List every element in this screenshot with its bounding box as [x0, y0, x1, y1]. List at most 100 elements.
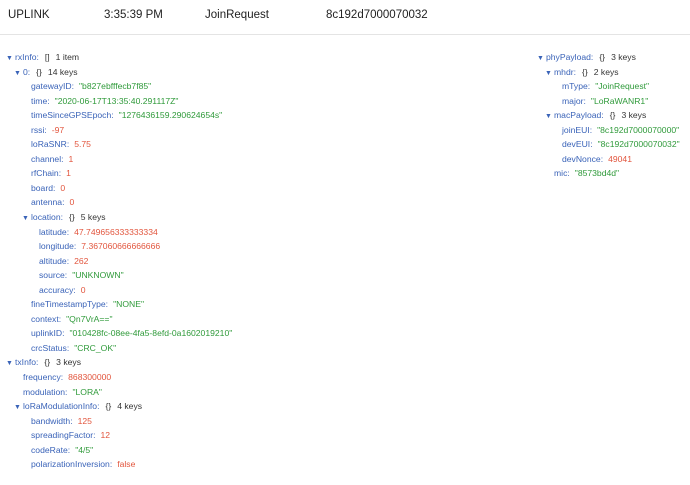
tree-value: -97 — [51, 124, 65, 135]
tree-field-deveui: devEUI: "8c192d7000070032" — [537, 137, 680, 152]
tree-value: "UNKNOWN" — [72, 270, 124, 281]
tree-key: rfChain — [31, 168, 59, 179]
key-colon: : — [66, 226, 70, 237]
tree-key: rxInfo — [15, 52, 37, 62]
child-count: 14 keys — [47, 66, 78, 77]
tree-key: polarizationInversion — [31, 459, 110, 470]
key-colon: : — [600, 153, 604, 164]
tree-value: 868300000 — [68, 372, 112, 383]
key-colon: : — [71, 81, 74, 92]
event-dev-eui: 8c192d7000070032 — [326, 9, 428, 21]
key-colon: : — [66, 255, 70, 266]
tree-key: mic — [554, 168, 568, 179]
tree-field-mic: mic: "8573bd4d" — [537, 166, 680, 181]
tree-key: source — [39, 270, 65, 281]
key-colon: : — [66, 342, 70, 353]
tree-field-antenna: antenna: 0 — [6, 195, 232, 210]
tree-field-lorasnr: loRaSNR: 5.75 — [6, 137, 232, 152]
tree-key: codeRate — [31, 444, 68, 455]
tree-node-macpayload[interactable]: ▼ macPayload:{} 3 keys — [537, 108, 680, 123]
tree-value: "010428fc-08ee-4fa5-8efd-0a1602019210" — [69, 328, 233, 339]
tree-value: "8c192d7000070032" — [597, 139, 680, 150]
key-colon: : — [66, 139, 70, 150]
key-colon: : — [109, 459, 113, 470]
key-colon: : — [587, 81, 591, 92]
key-colon: : — [62, 197, 65, 208]
type-brace: {} — [36, 66, 42, 77]
tree-node-mhdr[interactable]: ▼ mhdr:{} 2 keys — [537, 65, 680, 80]
tree-value: 12 — [100, 430, 111, 441]
key-colon: : — [36, 52, 39, 62]
tree-key: macPayload — [554, 110, 602, 121]
tree-value: 49041 — [608, 153, 632, 164]
tree-node-loramodulationinfo[interactable]: ▼ loRaModulationInfo:{} 4 keys — [6, 399, 232, 414]
tree-key: crcStatus — [31, 342, 67, 353]
tree-field-rssi: rssi: -97 — [6, 123, 232, 138]
type-brace: {} — [581, 66, 588, 77]
event-direction: UPLINK — [8, 9, 50, 21]
tree-key: loRaModulationInfo — [23, 401, 98, 412]
key-colon: : — [589, 124, 593, 135]
type-brace: {} — [44, 357, 51, 368]
tree-field-board: board: 0 — [6, 181, 232, 196]
tree-value: "CRC_OK" — [74, 342, 117, 353]
tree-value: "2020-06-17T13:35:40.291117Z" — [54, 95, 179, 106]
tree-field-altitude: altitude: 262 — [6, 254, 232, 269]
tree-field-accuracy: accuracy: 0 — [6, 283, 232, 298]
type-brace: {} — [69, 212, 75, 223]
tree-field-source: source: "UNKNOWN" — [6, 268, 232, 283]
tree-field-joineui: joinEUI: "8c192d7000070000" — [537, 123, 680, 138]
tree-key: longitude — [39, 241, 74, 252]
tree-field-crcstatus: crcStatus: "CRC_OK" — [6, 341, 232, 356]
key-colon: : — [65, 386, 68, 397]
tree-key: rssi — [31, 124, 45, 135]
tree-key: mhdr — [554, 66, 574, 77]
tree-field-major: major: "LoRaWANR1" — [537, 94, 680, 109]
tree-field-bandwidth: bandwidth: 125 — [6, 414, 232, 429]
tree-value: "8c192d7000070000" — [597, 124, 680, 135]
key-colon: : — [27, 66, 31, 77]
tree-node-location[interactable]: ▼ location:{} 5 keys — [6, 210, 232, 225]
tree-node-rxinfo[interactable]: ▼ rxInfo:[] 1 item — [6, 50, 232, 65]
tree-key: major — [562, 95, 584, 106]
key-colon: : — [70, 415, 73, 426]
tree-key: timeSinceGPSEpoch — [31, 110, 112, 121]
tree-key: txInfo — [15, 357, 37, 368]
key-colon: : — [567, 168, 570, 179]
type-brace: {} — [105, 401, 112, 412]
tree-value: 0 — [60, 182, 66, 193]
key-colon: : — [590, 139, 593, 150]
key-colon: : — [58, 313, 62, 324]
event-header[interactable]: UPLINK 3:35:39 PM JoinRequest 8c192d7000… — [0, 0, 690, 35]
tree-value: 0 — [80, 284, 86, 295]
tree-key: modulation — [23, 386, 66, 397]
key-colon: : — [61, 153, 64, 164]
tree-key: uplinkID — [31, 328, 63, 339]
tree-node-0[interactable]: ▼ 0:{} 14 keys — [6, 65, 232, 80]
tree-value: false — [117, 459, 136, 470]
tree-field-uplinkid: uplinkID: "010428fc-08ee-4fa5-8efd-0a1602… — [6, 326, 232, 341]
tree-key: devEUI — [562, 139, 591, 150]
key-colon: : — [62, 328, 65, 339]
tree-value: 262 — [74, 255, 89, 266]
tree-key: devNonce — [562, 153, 601, 164]
tree-key: time — [31, 95, 48, 106]
tree-key: altitude — [39, 255, 67, 266]
tree-key: bandwidth — [31, 415, 71, 426]
tree-node-phypayload[interactable]: ▼ phyPayload:{} 3 keys — [537, 50, 680, 65]
tree-value: "LoRaWANR1" — [590, 95, 649, 106]
tree-value: "Qn7VrA==" — [66, 313, 113, 324]
tree-field-channel: channel: 1 — [6, 152, 232, 167]
tree-field-polarizationinversion: polarizationInversion: false — [6, 457, 232, 472]
tree-node-txinfo[interactable]: ▼ txInfo:{} 3 keys — [6, 355, 232, 370]
tree-value: 5.75 — [74, 139, 91, 150]
key-colon: : — [36, 357, 39, 368]
tree-field-longitude: longitude: 7.367060666666666 — [6, 239, 232, 254]
event-time: 3:35:39 PM — [104, 9, 163, 21]
tree-key: antenna — [31, 197, 63, 208]
tree-field-mtype: mType: "JoinRequest" — [537, 79, 680, 94]
tree-key: phyPayload — [546, 52, 591, 62]
key-colon: : — [67, 444, 71, 455]
tree-key: joinEUI — [562, 124, 590, 135]
tree-field-context: context: "Qn7VrA==" — [6, 312, 232, 327]
